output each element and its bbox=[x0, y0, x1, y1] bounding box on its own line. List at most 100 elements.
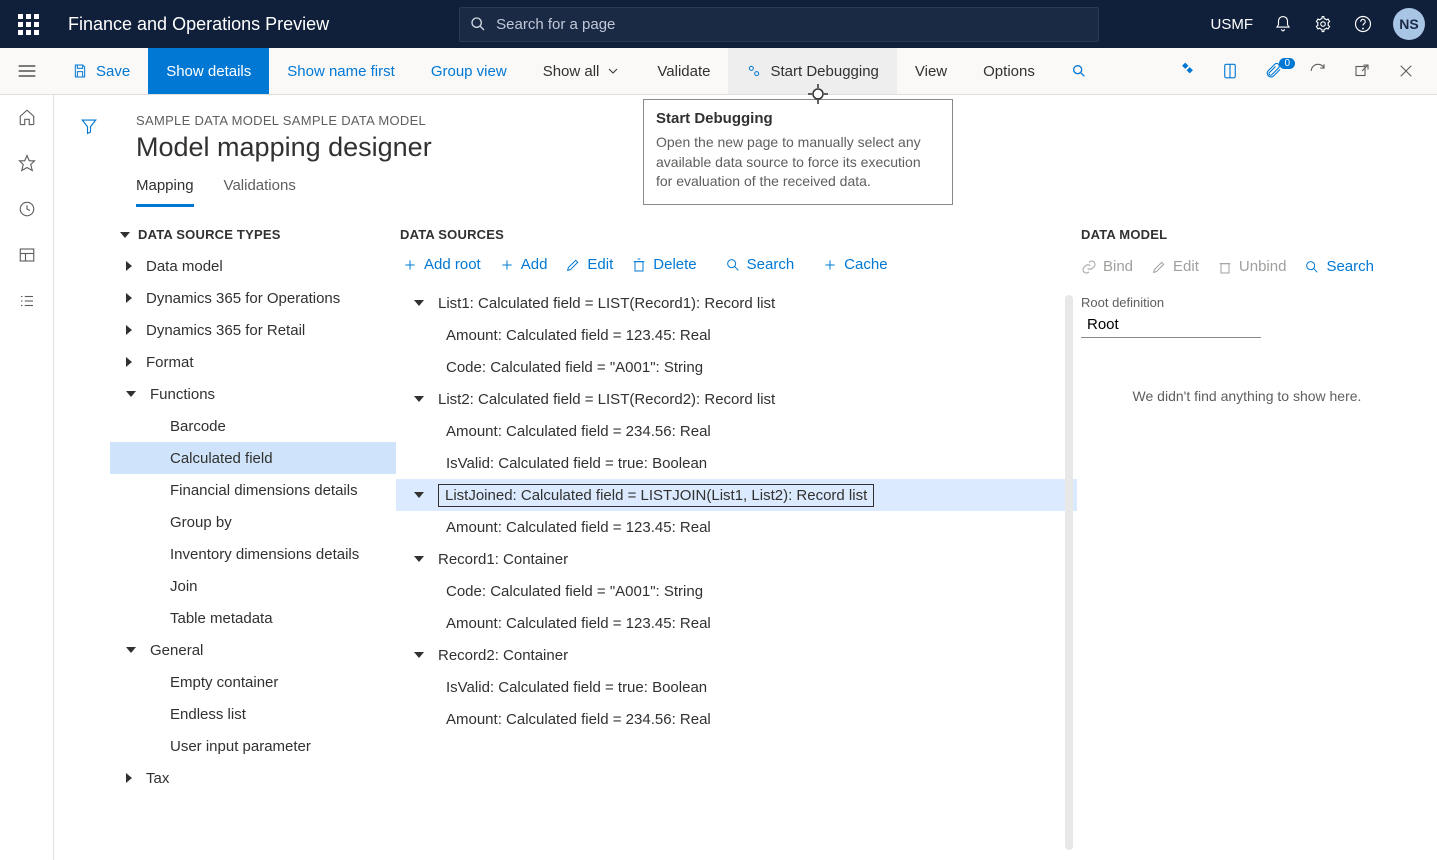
ds-row[interactable]: Code: Calculated field = "A001": String bbox=[396, 351, 1077, 383]
view-menu[interactable]: View bbox=[897, 48, 965, 94]
filter-icon[interactable] bbox=[80, 117, 98, 135]
show-name-first-button[interactable]: Show name first bbox=[269, 48, 413, 94]
action-search-button[interactable] bbox=[1053, 48, 1113, 94]
tree-item[interactable]: Dynamics 365 for Operations bbox=[110, 282, 396, 314]
refresh-icon[interactable] bbox=[1299, 62, 1337, 80]
global-search[interactable] bbox=[459, 7, 1099, 42]
left-rail bbox=[0, 95, 54, 860]
ds-row-text: List1: Calculated field = LIST(Record1):… bbox=[438, 295, 775, 312]
tab-mapping[interactable]: Mapping bbox=[136, 177, 194, 207]
panel-header: DATA SOURCES bbox=[396, 223, 1077, 250]
gear-small-icon bbox=[746, 63, 762, 79]
add-root-button[interactable]: Add root bbox=[402, 256, 481, 273]
save-icon bbox=[72, 63, 88, 79]
cache-button[interactable]: Cache bbox=[822, 256, 887, 273]
tree-item-label: Format bbox=[146, 354, 194, 371]
edit-button[interactable]: Edit bbox=[1151, 258, 1199, 275]
tree-item[interactable]: Data model bbox=[110, 250, 396, 282]
data-sources-panel: DATA SOURCES Add root Add Edit Delete Se… bbox=[396, 207, 1077, 860]
page-icon[interactable] bbox=[1211, 62, 1249, 80]
avatar[interactable]: NS bbox=[1393, 8, 1425, 40]
ds-row-text: Amount: Calculated field = 123.45: Real bbox=[446, 519, 711, 536]
ds-row[interactable]: ListJoined: Calculated field = LISTJOIN(… bbox=[396, 479, 1077, 511]
tree-item[interactable]: Format bbox=[110, 346, 396, 378]
tree-sub-item[interactable]: Table metadata bbox=[110, 602, 396, 634]
ds-row-text: Amount: Calculated field = 234.56: Real bbox=[446, 423, 711, 440]
chevron-down-icon bbox=[414, 492, 424, 498]
add-button[interactable]: Add bbox=[499, 256, 548, 273]
ds-row-text: Record1: Container bbox=[438, 551, 568, 568]
search-icon bbox=[1071, 63, 1087, 79]
hamburger-icon[interactable] bbox=[0, 48, 54, 94]
ds-row[interactable]: Record2: Container bbox=[396, 639, 1077, 671]
tab-validations[interactable]: Validations bbox=[224, 177, 296, 207]
search-input[interactable] bbox=[496, 16, 1088, 33]
search-button[interactable]: Search bbox=[1304, 258, 1374, 275]
root-definition-input[interactable] bbox=[1081, 312, 1261, 338]
chevron-down-icon bbox=[414, 300, 424, 306]
chevron-down-icon bbox=[126, 391, 136, 397]
ds-row[interactable]: Amount: Calculated field = 123.45: Real bbox=[396, 607, 1077, 639]
tree-sub-item[interactable]: Financial dimensions details bbox=[110, 474, 396, 506]
delete-button[interactable]: Delete bbox=[631, 256, 696, 273]
start-debugging-button[interactable]: Start Debugging bbox=[728, 48, 896, 94]
modules-icon[interactable] bbox=[17, 291, 37, 311]
home-icon[interactable] bbox=[17, 107, 37, 127]
group-view-button[interactable]: Group view bbox=[413, 48, 525, 94]
tree-item[interactable]: Dynamics 365 for Retail bbox=[110, 314, 396, 346]
tree-item[interactable]: General bbox=[110, 634, 396, 666]
tree-sub-item[interactable]: Calculated field bbox=[110, 442, 396, 474]
scrollbar[interactable] bbox=[1065, 295, 1073, 850]
chevron-down-icon bbox=[605, 63, 621, 79]
panel-header[interactable]: DATA SOURCE TYPES bbox=[110, 223, 396, 250]
show-details-button[interactable]: Show details bbox=[148, 48, 269, 94]
ds-row[interactable]: Amount: Calculated field = 123.45: Real bbox=[396, 319, 1077, 351]
validate-button[interactable]: Validate bbox=[639, 48, 728, 94]
tree-sub-item[interactable]: Empty container bbox=[110, 666, 396, 698]
ds-row-text: Code: Calculated field = "A001": String bbox=[446, 359, 703, 376]
ds-row-text: Code: Calculated field = "A001": String bbox=[446, 583, 703, 600]
tree-sub-item[interactable]: Endless list bbox=[110, 698, 396, 730]
show-all-dropdown[interactable]: Show all bbox=[525, 48, 640, 94]
bind-button[interactable]: Bind bbox=[1081, 258, 1133, 275]
chevron-down-icon bbox=[120, 232, 130, 238]
tree-sub-item[interactable]: Inventory dimensions details bbox=[110, 538, 396, 570]
popout-icon[interactable] bbox=[1343, 62, 1381, 80]
edit-button[interactable]: Edit bbox=[565, 256, 613, 273]
tree-sub-item[interactable]: Join bbox=[110, 570, 396, 602]
attach-icon[interactable]: 0 bbox=[1255, 62, 1293, 80]
ds-row[interactable]: IsValid: Calculated field = true: Boolea… bbox=[396, 671, 1077, 703]
tree-sub-item[interactable]: Group by bbox=[110, 506, 396, 538]
close-icon[interactable] bbox=[1387, 62, 1425, 80]
ds-row[interactable]: Amount: Calculated field = 234.56: Real bbox=[396, 415, 1077, 447]
bell-icon[interactable] bbox=[1273, 14, 1293, 34]
tooltip-body: Open the new page to manually select any… bbox=[656, 133, 940, 192]
tree-item[interactable]: Tax bbox=[110, 762, 396, 794]
diamond-icon[interactable] bbox=[1167, 62, 1205, 80]
tree-sub-item[interactable]: Barcode bbox=[110, 410, 396, 442]
tree-item[interactable]: Functions bbox=[110, 378, 396, 410]
ds-row[interactable]: Amount: Calculated field = 123.45: Real bbox=[396, 511, 1077, 543]
star-icon[interactable] bbox=[17, 153, 37, 173]
ds-row[interactable]: List1: Calculated field = LIST(Record1):… bbox=[396, 287, 1077, 319]
options-menu[interactable]: Options bbox=[965, 48, 1053, 94]
chevron-down-icon bbox=[414, 556, 424, 562]
ds-row[interactable]: IsValid: Calculated field = true: Boolea… bbox=[396, 447, 1077, 479]
help-icon[interactable] bbox=[1353, 14, 1373, 34]
clock-icon[interactable] bbox=[17, 199, 37, 219]
chevron-down-icon bbox=[126, 647, 136, 653]
save-button[interactable]: Save bbox=[54, 48, 148, 94]
gear-icon[interactable] bbox=[1313, 14, 1333, 34]
ds-row[interactable]: Amount: Calculated field = 234.56: Real bbox=[396, 703, 1077, 735]
ds-row[interactable]: Code: Calculated field = "A001": String bbox=[396, 575, 1077, 607]
waffle-icon[interactable] bbox=[12, 14, 44, 35]
tree-item-label: Functions bbox=[150, 386, 215, 403]
workspaces-icon[interactable] bbox=[17, 245, 37, 265]
tree-sub-item[interactable]: User input parameter bbox=[110, 730, 396, 762]
legal-entity[interactable]: USMF bbox=[1211, 16, 1254, 33]
ds-row[interactable]: Record1: Container bbox=[396, 543, 1077, 575]
ds-row[interactable]: List2: Calculated field = LIST(Record2):… bbox=[396, 383, 1077, 415]
search-button[interactable]: Search bbox=[725, 256, 795, 273]
data-model-panel: DATA MODEL Bind Edit Unbind Search Root … bbox=[1077, 207, 1437, 860]
unbind-button[interactable]: Unbind bbox=[1217, 258, 1287, 275]
